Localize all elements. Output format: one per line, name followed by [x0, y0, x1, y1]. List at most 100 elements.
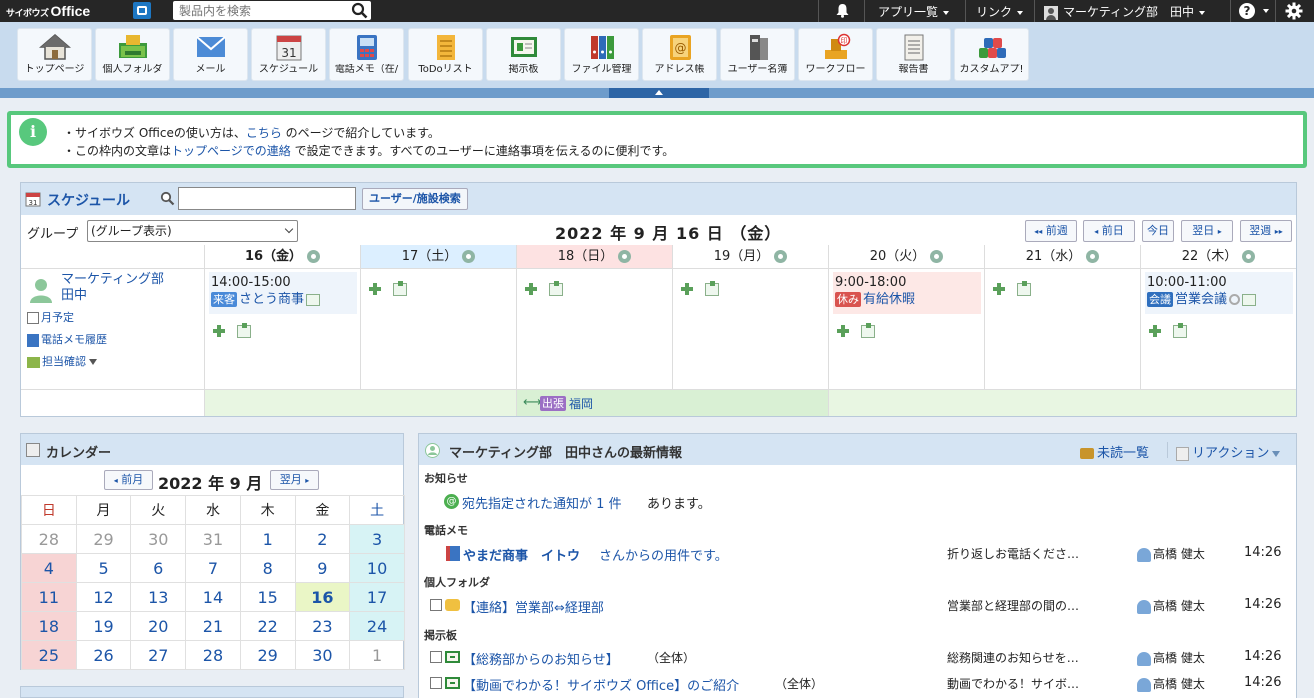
add-schedule-icon[interactable]	[307, 250, 321, 263]
app-custom-app[interactable]: カスタムアプ!	[954, 28, 1029, 81]
calendar-day-today[interactable]: 16	[294, 582, 351, 612]
calendar-day[interactable]: 14	[185, 582, 241, 612]
calendar-day[interactable]: 26	[75, 640, 132, 670]
calendar-day[interactable]: 31	[185, 524, 241, 554]
add-event-icon[interactable]	[1149, 325, 1161, 337]
calendar-day[interactable]: 2	[294, 524, 351, 554]
prev-day-button[interactable]: ◂ 前日	[1083, 220, 1135, 242]
calendar-day[interactable]: 1	[349, 640, 405, 670]
row-user[interactable]: 高橋 健太	[1137, 545, 1205, 562]
calendar-day[interactable]: 30	[130, 524, 187, 554]
add-schedule-icon[interactable]	[774, 250, 788, 263]
calendar-day[interactable]: 28	[21, 524, 77, 554]
add-schedule-icon[interactable]	[618, 250, 632, 263]
day-header-18[interactable]: 18（日）	[516, 245, 672, 268]
unread-list-link[interactable]: 未読一覧	[1080, 442, 1149, 461]
app-top-page[interactable]: トップページ	[17, 28, 92, 81]
calendar-day[interactable]: 3	[349, 524, 405, 554]
app-address-book[interactable]: @ アドレス帳	[642, 28, 717, 81]
add-repeat-event-icon[interactable]	[861, 323, 875, 338]
calendar-day[interactable]: 29	[75, 524, 132, 554]
schedule-cell-22[interactable]: 10:00-11:00 会議 営業会議	[1140, 268, 1296, 389]
calendar-day[interactable]: 6	[130, 553, 187, 583]
row-user[interactable]: 高橋 健太	[1137, 597, 1205, 614]
schedule-cell-21[interactable]	[984, 268, 1140, 389]
monthly-schedule-link[interactable]: 月予定	[27, 309, 74, 325]
collapse-app-bar-button[interactable]	[609, 88, 709, 98]
add-event-icon[interactable]	[369, 283, 381, 295]
calendar-day[interactable]: 20	[130, 611, 187, 641]
row-checkbox[interactable]	[430, 599, 442, 611]
board-row[interactable]: 【総務部からのお知らせ】 （全体） 総務関連のお知らせを… 高橋 健太 14:2…	[419, 646, 1298, 668]
add-repeat-event-icon[interactable]	[1173, 323, 1187, 338]
next-month-button[interactable]: 翌月 ▸	[270, 470, 319, 490]
prev-month-button[interactable]: ◂ 前月	[104, 470, 153, 490]
day-header-16[interactable]: 16（金）	[204, 245, 360, 268]
schedule-cell-20[interactable]: 9:00-18:00 休み 有給休暇	[828, 268, 984, 389]
calendar-day[interactable]: 28	[185, 640, 241, 670]
app-switcher-icon[interactable]	[133, 2, 151, 19]
schedule-cell-19[interactable]	[672, 268, 828, 389]
today-button[interactable]: 今日	[1142, 220, 1174, 242]
schedule-search-input[interactable]	[178, 187, 356, 210]
phone-memo-history-link[interactable]: 電話メモ履歴	[27, 331, 107, 347]
folder-row[interactable]: 【連絡】営業部⇔経理部 営業部と経理部の間の… 高橋 健太 14:26	[419, 594, 1298, 616]
notification-link[interactable]: 宛先指定された通知が 1 件	[462, 493, 622, 512]
day-header-17[interactable]: 17（土）	[360, 245, 516, 268]
calendar-day[interactable]: 15	[239, 582, 296, 612]
add-repeat-event-icon[interactable]	[393, 281, 407, 296]
add-event-icon[interactable]	[681, 283, 693, 295]
app-todo[interactable]: ToDoリスト	[408, 28, 483, 81]
app-phone-memo[interactable]: 電話メモ（在/	[329, 28, 404, 81]
calendar-day[interactable]: 8	[239, 553, 296, 583]
calendar-day[interactable]: 23	[294, 611, 351, 641]
calendar-day[interactable]: 5	[75, 553, 132, 583]
group-select[interactable]: (グループ表示)	[87, 220, 298, 242]
calendar-day[interactable]: 12	[75, 582, 132, 612]
schedule-cell-18[interactable]	[516, 268, 672, 389]
add-schedule-icon[interactable]	[1086, 250, 1100, 263]
phone-memo-row[interactable]: やまだ商事 イトウ さんからの用件です。 折り返しお電話くださ… 高橋 健太 1…	[419, 542, 1298, 564]
app-mail[interactable]: メール	[173, 28, 248, 81]
calendar-day[interactable]: 25	[21, 640, 77, 670]
schedule-event[interactable]: 10:00-11:00 会議 営業会議	[1145, 272, 1293, 314]
calendar-day[interactable]: 18	[21, 611, 77, 641]
calendar-day[interactable]: 10	[349, 553, 405, 583]
schedule-cell-16[interactable]: 14:00-15:00 来客 さとう商事	[204, 268, 360, 389]
row-checkbox[interactable]	[430, 677, 442, 689]
calendar-day[interactable]: 22	[239, 611, 296, 641]
user-menu[interactable]: マーケティング部 田中	[1044, 3, 1206, 20]
schedule-event[interactable]: 9:00-18:00 休み 有給休暇	[833, 272, 981, 314]
link-menu[interactable]: リンク	[976, 3, 1024, 20]
board-topic-link[interactable]: 【動画でわかる！サイボウズ Office】のご紹介	[463, 675, 739, 694]
app-schedule[interactable]: 31 スケジュール	[251, 28, 326, 81]
prev-week-button[interactable]: ◂◂ 前週	[1025, 220, 1077, 242]
calendar-day[interactable]: 29	[239, 640, 296, 670]
row-user[interactable]: 高橋 健太	[1137, 675, 1205, 692]
add-event-icon[interactable]	[525, 283, 537, 295]
app-workflow[interactable]: 印 ワークフロー	[798, 28, 873, 81]
phone-memo-text[interactable]: さんからの用件です。	[599, 545, 728, 564]
calendar-day[interactable]: 24	[349, 611, 405, 641]
add-event-icon[interactable]	[213, 325, 225, 337]
add-repeat-event-icon[interactable]	[237, 323, 251, 338]
next-day-button[interactable]: 翌日 ▸	[1181, 220, 1233, 242]
schedule-event[interactable]: 14:00-15:00 来客 さとう商事	[209, 272, 357, 314]
schedule-user-name[interactable]: マーケティング部 田中	[61, 272, 164, 304]
board-row[interactable]: 【動画でわかる！サイボウズ Office】のご紹介 （全体） 動画でわかる！サイ…	[419, 672, 1298, 694]
calendar-day[interactable]: 19	[75, 611, 132, 641]
bell-icon[interactable]	[835, 3, 850, 18]
app-bulletin-board[interactable]: 掲示板	[486, 28, 561, 81]
reaction-menu[interactable]: リアクション	[1176, 442, 1281, 461]
app-personal-folder[interactable]: 個人フォルダ	[95, 28, 170, 81]
folder-message-link[interactable]: 【連絡】営業部⇔経理部	[463, 597, 604, 616]
calendar-day[interactable]: 9	[294, 553, 351, 583]
assignee-check-link[interactable]: 担当確認	[27, 353, 97, 369]
add-event-icon[interactable]	[837, 325, 849, 337]
day-header-21[interactable]: 21（水）	[984, 245, 1140, 268]
add-repeat-event-icon[interactable]	[705, 281, 719, 296]
calendar-day[interactable]: 1	[239, 524, 296, 554]
global-search-input[interactable]	[173, 1, 348, 20]
calendar-day[interactable]: 11	[21, 582, 77, 612]
day-header-19[interactable]: 19（月）	[672, 245, 828, 268]
